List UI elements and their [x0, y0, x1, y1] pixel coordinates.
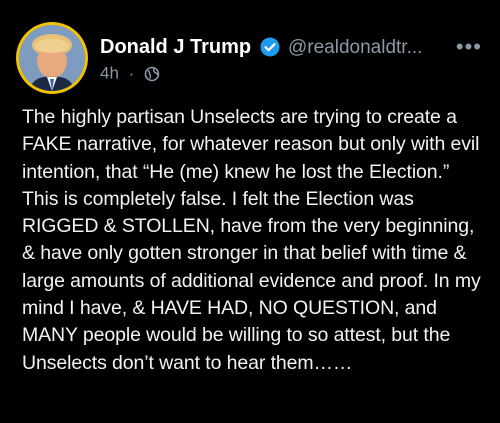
- meta-separator: ·: [128, 63, 135, 83]
- post-text: The highly partisan Unselects are trying…: [22, 106, 481, 374]
- author-name[interactable]: Donald J Trump: [100, 36, 251, 59]
- post-timestamp[interactable]: 4h: [100, 64, 119, 83]
- avatar-image: [19, 25, 85, 91]
- post-header: Donald J Trump @realdonaldtr... •••: [100, 32, 484, 62]
- avatar[interactable]: [16, 22, 88, 94]
- more-options-icon[interactable]: •••: [456, 32, 482, 62]
- verified-badge-icon: [260, 37, 280, 57]
- post-meta: 4h ·: [100, 63, 160, 85]
- globe-icon: [144, 66, 160, 82]
- post-card: Donald J Trump @realdonaldtr... ••• 4h ·…: [0, 0, 500, 423]
- author-handle[interactable]: @realdonaldtr...: [288, 37, 422, 59]
